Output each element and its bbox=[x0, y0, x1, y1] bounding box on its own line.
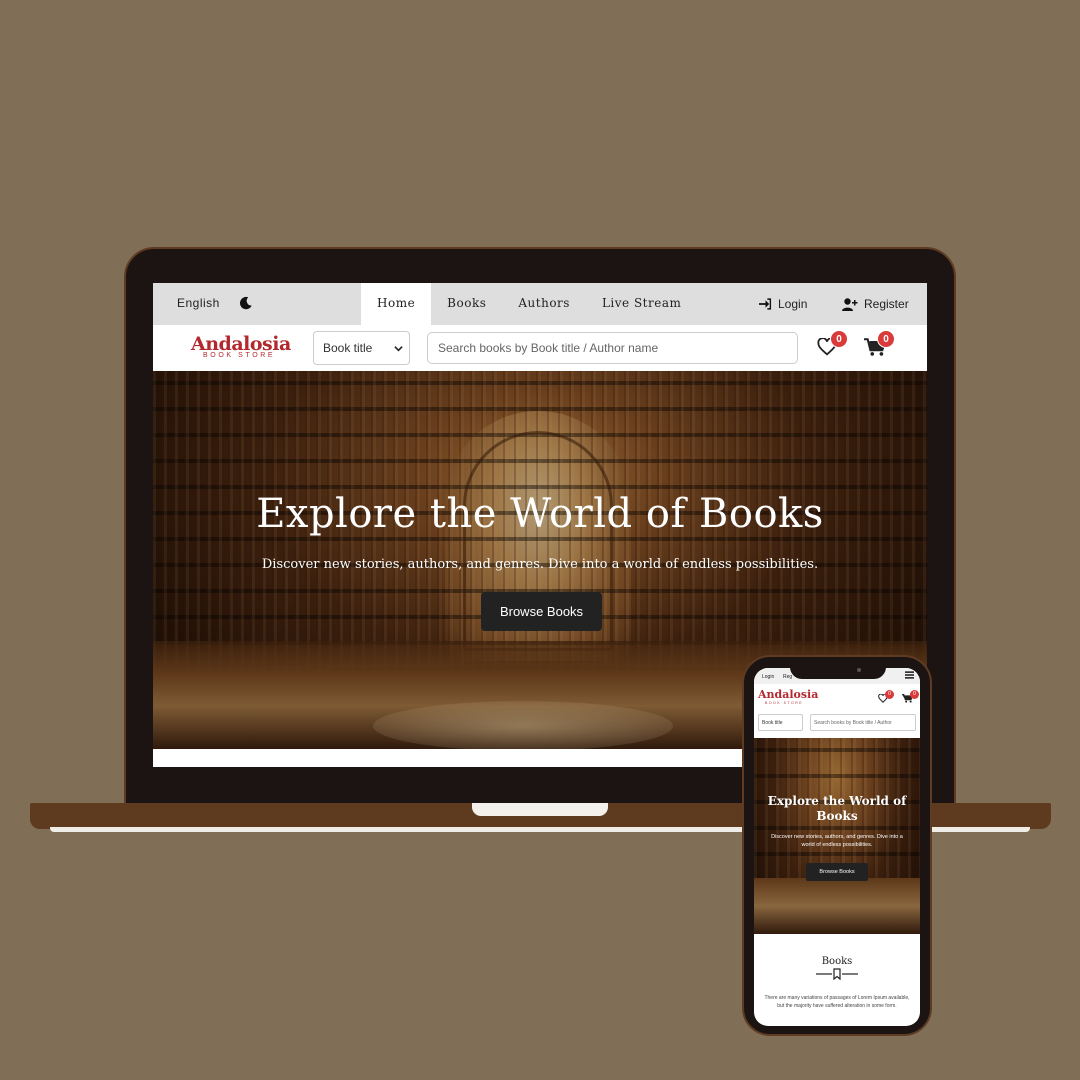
bookmark-divider-icon bbox=[816, 968, 858, 980]
mobile-search-type-select[interactable]: Book title bbox=[758, 714, 803, 731]
mobile-hero-banner: Explore the World of Books Discover new … bbox=[754, 738, 920, 934]
books-section-title: Books bbox=[821, 956, 853, 967]
books-section-text: There are many variations of passages of… bbox=[764, 995, 910, 1009]
mobile-logo[interactable]: Andalosia bbox=[758, 688, 818, 701]
nav-authors[interactable]: Authors bbox=[502, 283, 586, 325]
register-link[interactable]: Register bbox=[842, 283, 909, 325]
add-user-icon bbox=[842, 297, 858, 311]
nav-books[interactable]: Books bbox=[431, 283, 502, 325]
hero-subtitle: Discover new stories, authors, and genre… bbox=[261, 557, 819, 572]
phone-notch bbox=[790, 657, 886, 679]
mobile-logo-subtitle: BOOK STORE bbox=[765, 701, 804, 705]
phone-screen: Login Reg Andalosia BOOK STORE 0 0 Book … bbox=[754, 668, 920, 1026]
mobile-hero-title: Explore the World of Books bbox=[767, 794, 907, 823]
logo[interactable]: Andalosia bbox=[191, 334, 291, 354]
mobile-cart-badge: 0 bbox=[910, 690, 919, 699]
mobile-login-link[interactable]: Login bbox=[762, 674, 774, 680]
phone-camera bbox=[857, 668, 861, 672]
moon-icon[interactable] bbox=[239, 296, 253, 310]
main-nav: Home Books Authors Live Stream bbox=[361, 283, 697, 325]
cart-badge: 0 bbox=[877, 330, 895, 348]
mobile-wishlist-badge: 0 bbox=[885, 690, 894, 699]
register-label: Register bbox=[864, 297, 909, 311]
nav-live-stream[interactable]: Live Stream bbox=[586, 283, 697, 325]
hamburger-menu-icon[interactable] bbox=[905, 671, 914, 679]
hero-title: Explore the World of Books bbox=[256, 491, 824, 537]
login-link[interactable]: Login bbox=[759, 283, 807, 325]
search-type-select[interactable]: Book title bbox=[313, 331, 410, 365]
top-bar: English Home Books Authors Live Stream L… bbox=[153, 283, 927, 325]
login-icon bbox=[759, 298, 772, 310]
browse-books-button[interactable]: Browse Books bbox=[481, 592, 602, 631]
chevron-down-icon bbox=[394, 346, 403, 352]
mobile-hero-subtitle: Discover new stories, authors, and genre… bbox=[771, 834, 903, 848]
search-input[interactable]: Search books by Book title / Author name bbox=[427, 332, 798, 364]
cart-button[interactable]: 0 bbox=[864, 330, 895, 362]
logo-subtitle: BOOK STORE bbox=[203, 352, 276, 359]
login-label: Login bbox=[778, 297, 808, 311]
mobile-search-input[interactable]: Search books by Book title / Author bbox=[810, 714, 916, 731]
nav-home[interactable]: Home bbox=[361, 283, 432, 325]
wishlist-badge: 0 bbox=[830, 330, 848, 348]
wishlist-button[interactable]: 0 bbox=[817, 330, 848, 361]
search-type-value: Book title bbox=[323, 341, 373, 355]
mobile-register-link[interactable]: Reg bbox=[783, 674, 792, 680]
header: Andalosia BOOK STORE Book title Search b… bbox=[153, 325, 927, 371]
laptop-trackpad-notch bbox=[472, 803, 608, 816]
mobile-browse-books-button[interactable]: Browse Books bbox=[806, 863, 868, 881]
language-selector[interactable]: English bbox=[177, 296, 220, 310]
